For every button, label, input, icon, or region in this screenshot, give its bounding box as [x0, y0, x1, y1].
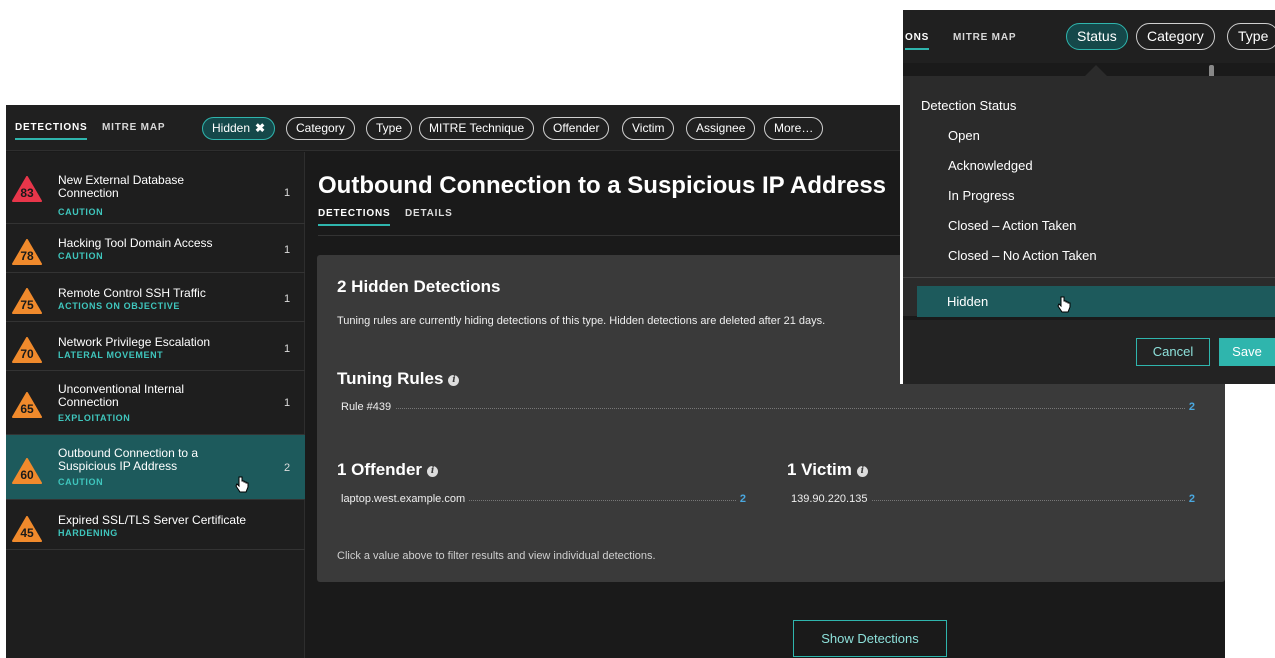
detection-list: 83 New External Database Connection CAUT… — [6, 152, 305, 658]
detection-count: 1 — [284, 244, 291, 256]
menu-item-in-progress[interactable]: In Progress — [948, 188, 1014, 203]
tab-details[interactable]: DETAILS — [405, 208, 453, 219]
detection-item-selected[interactable]: 60 Outbound Connection to a Suspicious I… — [6, 435, 305, 500]
hand-cursor-icon — [235, 476, 249, 493]
detection-category: CAUTION — [58, 251, 104, 261]
victim-row[interactable]: 139.90.220.135 2 — [791, 493, 1195, 507]
detection-item[interactable]: 78 Hacking Tool Domain Access CAUTION 1 — [6, 224, 305, 273]
detection-category: LATERAL MOVEMENT — [58, 350, 164, 360]
detection-title: Outbound Connection to a Suspicious IP A… — [58, 446, 199, 473]
filter-chip-offender[interactable]: Offender — [543, 117, 610, 140]
detection-category: ACTIONS ON OBJECTIVE — [58, 301, 181, 311]
tuning-rule-count[interactable]: 2 — [1184, 401, 1195, 413]
risk-score-badge: 45 — [12, 516, 42, 542]
detection-title: Unconventional Internal Connection — [58, 382, 185, 409]
detection-count: 1 — [284, 397, 291, 409]
filter-chip-victim[interactable]: Victim — [622, 117, 675, 140]
dropdown-pointer — [1085, 65, 1107, 76]
detection-count: 1 — [284, 187, 291, 199]
filter-chip-assignee[interactable]: Assignee — [686, 117, 756, 140]
tuning-rule-label[interactable]: Rule #439 — [341, 401, 396, 413]
detection-title: Remote Control SSH Traffic — [58, 286, 206, 300]
tuning-rules-heading: Tuning Rules i — [337, 369, 460, 389]
menu-item-closed-action-taken[interactable]: Closed – Action Taken — [948, 218, 1076, 233]
page-title: Outbound Connection to a Suspicious IP A… — [318, 172, 887, 199]
filter-chip-more[interactable]: More… — [764, 117, 824, 140]
info-icon[interactable]: i — [856, 466, 868, 477]
hand-cursor-icon — [1057, 296, 1071, 313]
menu-item-hidden[interactable]: Hidden — [917, 286, 1275, 317]
hidden-detections-description: Tuning rules are currently hiding detect… — [337, 315, 826, 327]
detection-count: 1 — [284, 343, 291, 355]
detection-title: Hacking Tool Domain Access — [58, 236, 213, 250]
filter-chip-hidden[interactable]: Hidden ✖ — [202, 117, 276, 140]
filter-chip-label: Hidden — [212, 121, 251, 135]
filter-chip-type[interactable]: Type — [366, 117, 413, 140]
risk-score-badge: 70 — [12, 337, 42, 363]
panel-footer-hint: Click a value above to filter results an… — [337, 550, 656, 562]
hidden-detections-heading: 2 Hidden Detections — [337, 277, 501, 296]
tuning-rule-row[interactable]: Rule #439 2 — [341, 401, 1195, 415]
risk-score-badge: 75 — [12, 288, 42, 314]
menu-heading: Detection Status — [921, 98, 1017, 113]
detection-count: 1 — [284, 293, 291, 305]
risk-score-badge: 65 — [12, 392, 42, 418]
tab-detections-partial[interactable]: ONS — [905, 32, 930, 50]
detection-item[interactable]: 45 Expired SSL/TLS Server Certificate HA… — [6, 500, 305, 550]
info-icon[interactable]: i — [448, 375, 460, 386]
victim-heading: 1 Victim i — [787, 460, 868, 480]
info-icon[interactable]: i — [427, 466, 439, 477]
filter-chip-type-overlay[interactable]: Type — [1227, 23, 1275, 50]
victim-count[interactable]: 2 — [1184, 493, 1195, 505]
risk-score-badge: 83 — [12, 176, 42, 202]
victim-label[interactable]: 139.90.220.135 — [791, 493, 872, 505]
detection-category: EXPLOITATION — [58, 413, 131, 423]
show-detections-button[interactable]: Show Detections — [793, 620, 947, 657]
detection-category: CAUTION — [58, 477, 104, 487]
tab-detections[interactable]: DETECTIONS — [15, 122, 88, 140]
menu-item-closed-no-action[interactable]: Closed – No Action Taken — [948, 248, 1097, 263]
detection-category: CAUTION — [58, 207, 104, 217]
detection-item[interactable]: 70 Network Privilege Escalation LATERAL … — [6, 322, 305, 371]
risk-score-badge: 60 — [12, 458, 42, 484]
filter-chip-category[interactable]: Category — [286, 117, 355, 140]
detection-title: Expired SSL/TLS Server Certificate — [58, 513, 247, 527]
detection-category: HARDENING — [58, 528, 118, 538]
detection-item[interactable]: 75 Remote Control SSH Traffic ACTIONS ON… — [6, 273, 305, 322]
remove-icon[interactable]: ✖ — [255, 121, 265, 135]
tab-detections-sub[interactable]: DETECTIONS — [318, 208, 391, 226]
detection-item[interactable]: 83 New External Database Connection CAUT… — [6, 152, 305, 224]
detection-count: 2 — [284, 462, 291, 474]
cancel-button[interactable]: Cancel — [1136, 338, 1210, 366]
top-bar-overlay: ONS MITRE MAP Status Category Type — [903, 10, 1275, 63]
detection-title: Network Privilege Escalation — [58, 335, 211, 349]
risk-score-badge: 78 — [12, 239, 42, 265]
detection-title: New External Database Connection — [58, 173, 185, 200]
status-filter-dropdown: ONS MITRE MAP Status Category Type Detec… — [900, 10, 1275, 384]
menu-item-acknowledged[interactable]: Acknowledged — [948, 158, 1033, 173]
offender-row[interactable]: laptop.west.example.com 2 — [341, 493, 746, 507]
offender-count[interactable]: 2 — [735, 493, 746, 505]
filter-chip-mitre-technique[interactable]: MITRE Technique — [419, 117, 535, 140]
save-button[interactable]: Save — [1219, 338, 1275, 366]
offender-heading: 1 Offender i — [337, 460, 439, 480]
menu-divider — [903, 277, 1275, 278]
tab-mitre-map-overlay[interactable]: MITRE MAP — [953, 32, 1016, 43]
detection-item[interactable]: 65 Unconventional Internal Connection EX… — [6, 371, 305, 435]
tab-mitre-map[interactable]: MITRE MAP — [102, 122, 165, 133]
offender-label[interactable]: laptop.west.example.com — [341, 493, 470, 505]
filter-chip-status[interactable]: Status — [1066, 23, 1128, 50]
filter-chip-category-overlay[interactable]: Category — [1136, 23, 1215, 50]
menu-item-open[interactable]: Open — [948, 128, 980, 143]
